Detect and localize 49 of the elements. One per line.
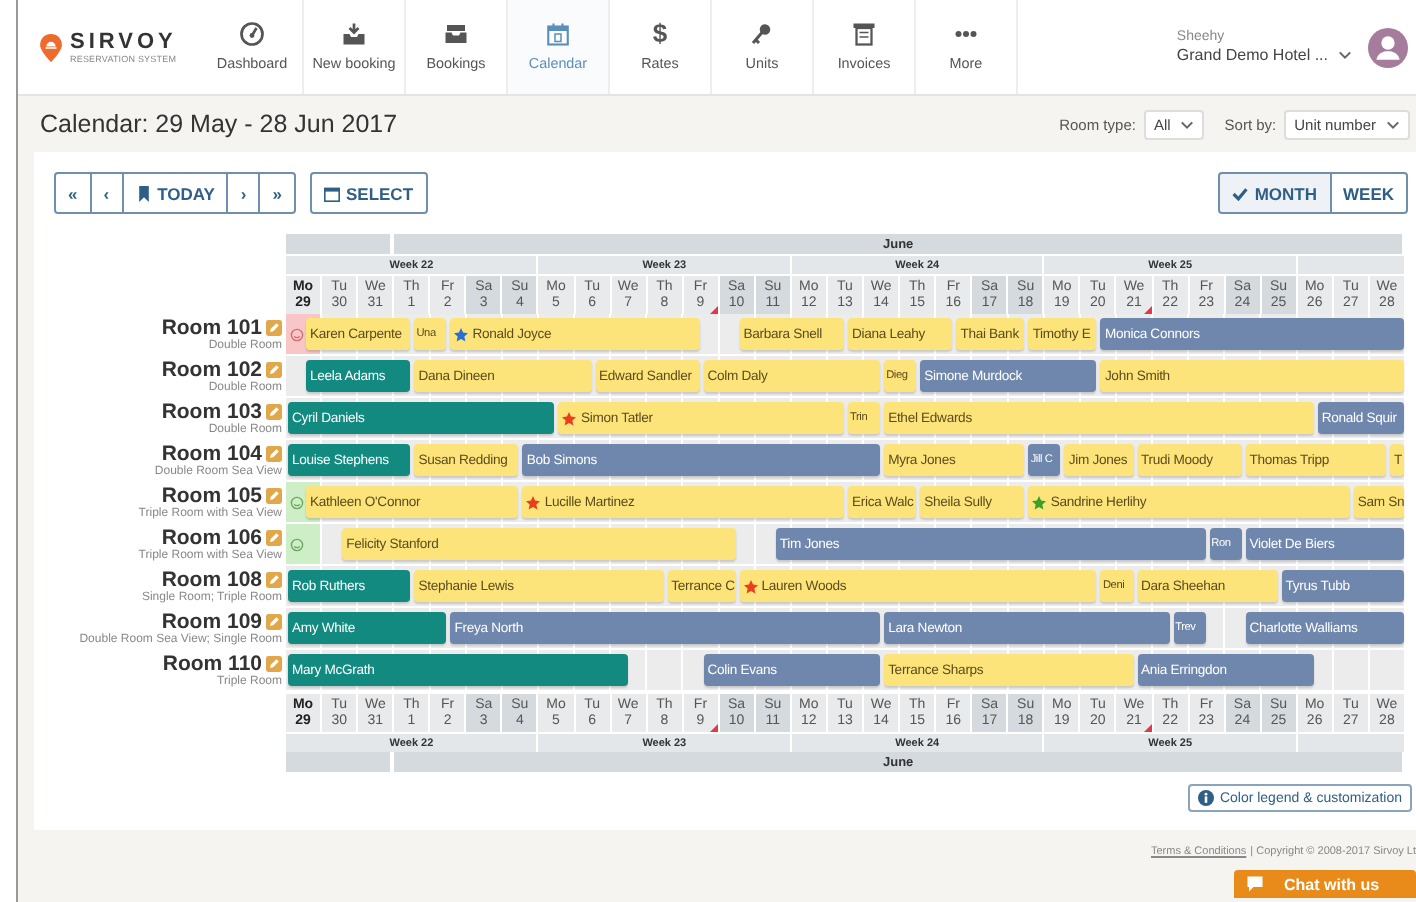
edit-icon[interactable] (266, 446, 282, 462)
room-name: Room 106 (161, 527, 262, 549)
edit-icon[interactable] (266, 614, 282, 630)
document-icon (852, 22, 876, 46)
calendar-icon (546, 22, 570, 46)
view-tab[interactable]: MONTH (1218, 172, 1331, 214)
info-icon (1197, 790, 1214, 806)
page-title: Calendar: 29 May - 28 Jun 2017 (40, 110, 398, 138)
previous-button[interactable]: ‹ (89, 172, 124, 214)
check-icon (1232, 185, 1249, 201)
month-header (286, 752, 395, 772)
logo-name: SIRVOY (70, 30, 177, 54)
chevron-down-icon (1386, 119, 1400, 129)
edit-icon[interactable] (266, 404, 282, 420)
key-icon (750, 22, 774, 46)
edit-icon[interactable] (266, 530, 282, 546)
chevron-down-icon (1338, 50, 1352, 60)
room-name: Room 102 (161, 359, 262, 381)
edit-icon[interactable] (266, 320, 282, 336)
room-name: Room 109 (161, 611, 262, 633)
last-button[interactable]: » (258, 172, 296, 214)
logo-pin-icon (40, 33, 62, 61)
room-name: Room 104 (161, 443, 262, 465)
chevron-down-icon (1180, 119, 1195, 129)
hotel-menu[interactable]: Grand Demo Hotel ... (1176, 46, 1352, 64)
first-button[interactable]: « (54, 172, 92, 214)
bookmark-icon (135, 185, 152, 201)
gauge-icon (240, 22, 264, 46)
calendar-icon (323, 185, 340, 201)
smiley-icon (290, 495, 304, 509)
next-button[interactable]: › (226, 172, 261, 214)
room-name: Room 101 (161, 317, 262, 339)
edit-icon[interactable] (266, 488, 282, 504)
select-button[interactable]: SELECT (309, 172, 428, 214)
view-tab[interactable]: WEEK (1329, 172, 1408, 214)
room-name: Room 110 (162, 653, 262, 675)
edit-icon[interactable] (266, 362, 282, 378)
chat-bubble-icon (1246, 876, 1264, 892)
room-name: Room 103 (161, 401, 262, 423)
smiley-icon (290, 537, 304, 551)
tray-download-icon (342, 22, 366, 46)
edit-icon[interactable] (266, 656, 282, 672)
room-name: Room 108 (161, 569, 262, 591)
smiley-icon (290, 327, 304, 341)
room-name: Room 105 (161, 485, 262, 507)
edit-icon[interactable] (266, 572, 282, 588)
today-button[interactable]: TODAY (121, 172, 229, 214)
tray-icon (444, 22, 468, 46)
avatar-icon[interactable] (1368, 27, 1408, 67)
